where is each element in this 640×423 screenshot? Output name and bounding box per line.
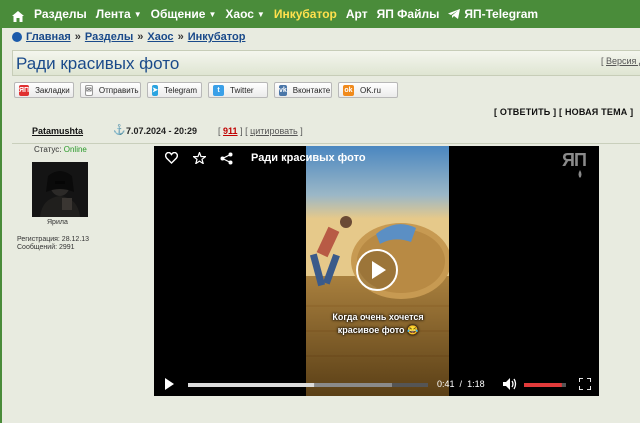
chevron-down-icon: ▼ [133, 9, 142, 19]
user-status: Статус: Online [34, 145, 87, 154]
bookmarks-label: Закладки [35, 85, 70, 95]
vk-label: Вконтакте [292, 85, 331, 95]
mail-icon: ✉ [85, 84, 93, 96]
chevron-down-icon: ▼ [256, 9, 265, 19]
status-label: Статус: [34, 145, 62, 154]
anchor-icon[interactable]: ⚓ [113, 125, 125, 136]
nav-item-obshchenie[interactable]: Общение ▼ [151, 7, 217, 21]
post-date: 7.07.2024 - 20:29 [126, 126, 198, 136]
breadcrumb-sections[interactable]: Разделы [85, 31, 133, 43]
breadcrumb-separator: » [137, 31, 144, 43]
volume-icon[interactable] [503, 378, 517, 390]
video-player[interactable]: Ради красивых фото ЯП Когда очень хочетс… [154, 146, 599, 396]
ok-icon: ok [343, 84, 354, 96]
bracket: ] [300, 126, 303, 136]
comment-count-link[interactable]: 911 [223, 126, 238, 136]
volume-slider[interactable] [524, 382, 566, 388]
bracket: [ [218, 126, 221, 136]
telegram-icon: ➤ [152, 84, 159, 96]
progress-bar[interactable] [188, 382, 428, 388]
telegram-label: Telegram [164, 85, 197, 95]
current-time: 0:41 [437, 379, 455, 389]
play-icon[interactable] [164, 378, 174, 390]
twitter-label: Twitter [230, 85, 254, 95]
telegram-icon [448, 9, 461, 19]
duration: 1:18 [467, 379, 485, 389]
yap-logo: ЯП [562, 150, 596, 180]
topic-title-bar: Ради красивых фото [ Версия д [12, 50, 640, 76]
send-button[interactable]: ✉ Отправить [80, 82, 141, 98]
nav-item-lenta[interactable]: Лента ▼ [96, 7, 142, 21]
quote-link[interactable]: цитировать [250, 126, 298, 136]
vk-icon: vk [279, 84, 287, 96]
home-icon[interactable] [12, 9, 24, 22]
bookmarks-button[interactable]: ЯП Закладки [14, 82, 74, 98]
nav-item-inkubator[interactable]: Инкубатор [274, 7, 337, 21]
user-title: Ярила [47, 219, 68, 226]
nav-item-yap-files[interactable]: ЯП Файлы [377, 7, 440, 21]
user-stats: Регистрация: 28.12.13 Сообщений: 2991 [17, 236, 89, 252]
breadcrumb-separator: » [177, 31, 184, 43]
heart-icon[interactable] [165, 152, 178, 164]
status-value: Online [63, 145, 87, 154]
message-count: Сообщений: 2991 [17, 244, 75, 251]
breadcrumb-inkubator[interactable]: Инкубатор [188, 31, 246, 43]
twitter-icon: t [213, 84, 224, 96]
send-label: Отправить [98, 85, 139, 95]
nav-item-razdely[interactable]: Разделы [34, 7, 87, 21]
share-icon[interactable] [220, 152, 233, 165]
print-version-link[interactable]: [ Версия д [601, 56, 640, 66]
nav-item-khaos[interactable]: Хаос ▼ [225, 7, 264, 21]
reply-button[interactable]: [ ОТВЕТИТЬ ] [494, 107, 556, 117]
thread-actions: [ ОТВЕТИТЬ ] [ НОВАЯ ТЕМА ] [494, 107, 633, 117]
chevron-down-icon: ▼ [208, 9, 217, 19]
breadcrumb-home[interactable]: Главная [26, 31, 71, 43]
yap-icon: ЯП [19, 84, 30, 96]
avatar[interactable] [32, 162, 88, 217]
new-topic-button[interactable]: [ НОВАЯ ТЕМА ] [559, 107, 633, 117]
video-title: Ради красивых фото [251, 152, 366, 164]
post-author[interactable]: Patamushta [32, 126, 83, 136]
post-meta: [ 911 ] [ цитировать ] [218, 126, 303, 136]
breadcrumb-khaos[interactable]: Хаос [147, 31, 173, 43]
breadcrumb-separator: » [74, 31, 81, 43]
top-navigation: Разделы Лента ▼ Общение ▼ Хаос ▼ Инкубатор … [2, 0, 640, 28]
nav-item-art[interactable]: Арт [346, 7, 368, 21]
fullscreen-icon[interactable] [579, 378, 591, 390]
video-caption: Когда очень хочется красивое фото 😂 [332, 312, 424, 335]
vk-share-button[interactable]: vk Вконтакте [274, 82, 332, 98]
share-bar: ЯП Закладки ✉ Отправить ➤ Telegram t Twi… [14, 82, 404, 98]
video-top-bar: Ради красивых фото ЯП [154, 146, 599, 178]
bracket: ] [ [240, 126, 248, 136]
post-header: Patamushta ⚓ 7.07.2024 - 20:29 [ 911 ] [… [12, 120, 640, 144]
ok-label: OK.ru [360, 85, 381, 95]
video-controls: 0:41 / 1:18 [154, 372, 599, 396]
breadcrumb: Главная » Разделы » Хаос » Инкубатор [12, 31, 245, 43]
telegram-share-button[interactable]: ➤ Telegram [147, 82, 202, 98]
ok-share-button[interactable]: ok OK.ru [338, 82, 398, 98]
page-title: Ради красивых фото [16, 54, 180, 73]
registration-date: Регистрация: 28.12.13 [17, 236, 90, 243]
star-icon[interactable] [193, 152, 206, 164]
time-display: 0:41 / 1:18 [437, 379, 485, 389]
twitter-share-button[interactable]: t Twitter [208, 82, 268, 98]
play-overlay-icon[interactable] [355, 248, 399, 292]
time-separator: / [459, 379, 463, 389]
nav-item-yap-telegram[interactable]: ЯП-Telegram [448, 7, 538, 21]
forum-icon [12, 32, 22, 42]
